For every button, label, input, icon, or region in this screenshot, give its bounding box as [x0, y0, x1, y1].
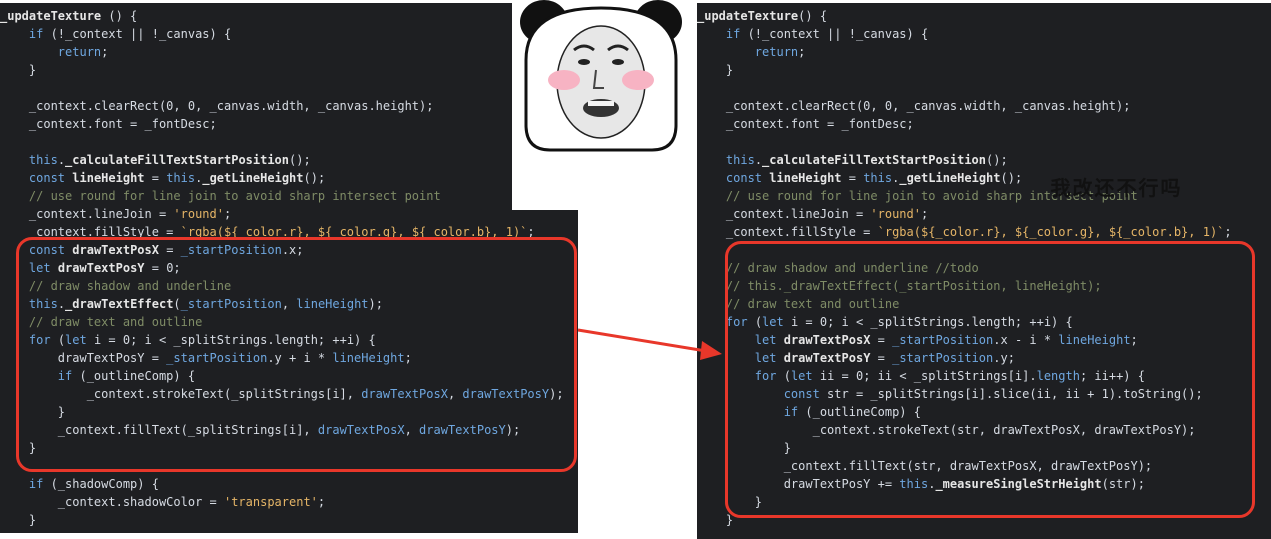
code-token: lineHeight — [72, 171, 145, 185]
code-token: return — [57, 45, 102, 59]
panda-meme: 我改还不行吗 — [512, 0, 1181, 210]
panda-face-icon — [520, 0, 682, 152]
code-line: _context.clearRect(0, 0, _canvas.width, … — [0, 97, 578, 115]
code-line: _context.fillStyle = `rgba(${_color.r}, … — [697, 223, 1271, 241]
code-token: lineHeight — [769, 171, 842, 185]
code-line: _context.lineJoin = 'round'; — [697, 205, 1271, 223]
code-token: } — [697, 513, 734, 527]
code-token: 'round' — [173, 207, 224, 221]
code-token: _calculateFillTextStartPosition — [65, 153, 290, 167]
code-line: _context.font = _fontDesc; — [697, 115, 1271, 133]
meme-caption: 我改还不行吗 — [1050, 176, 1183, 200]
code-token: const — [28, 171, 66, 185]
code-line: return; — [697, 43, 1271, 61]
code-line: _updateTexture() { — [697, 7, 1271, 25]
code-token: _context.clearRect(0, 0, _canvas.width, … — [697, 99, 1131, 113]
code-token: _context.lineJoin = — [697, 207, 871, 221]
code-token: = — [144, 171, 167, 185]
code-line: _updateTexture () { — [0, 7, 578, 25]
code-token: _getLineHeight — [899, 171, 1001, 185]
code-token: return — [754, 45, 799, 59]
code-line: _context.lineJoin = 'round'; — [0, 205, 578, 223]
code-token: _calculateFillTextStartPosition — [762, 153, 987, 167]
code-token: _context.fillStyle = — [697, 225, 878, 239]
code-token: (_shadowComp) { — [43, 477, 159, 491]
left-highlight-box — [16, 237, 577, 472]
code-token: } — [0, 63, 37, 77]
code-token: (); — [986, 153, 1008, 167]
code-line: this._calculateFillTextStartPosition(); — [0, 151, 578, 169]
code-token: 'round' — [870, 207, 921, 221]
code-token: _context.font = _fontDesc; — [697, 117, 914, 131]
code-line: // use round for line join to avoid shar… — [0, 187, 578, 205]
code-token: const — [725, 171, 763, 185]
code-token: ; — [1224, 225, 1232, 239]
code-token: _getLineHeight — [202, 171, 304, 185]
code-token: // use round for line join to avoid shar… — [0, 189, 441, 203]
code-token: (); — [1000, 171, 1023, 185]
code-token: this — [863, 171, 893, 185]
code-line: if (!_context || !_canvas) { — [697, 25, 1271, 43]
code-token: . — [754, 153, 763, 167]
code-token: () { — [101, 9, 138, 23]
code-token: ; — [798, 45, 806, 59]
code-token: ; — [223, 207, 232, 221]
code-line: this._calculateFillTextStartPosition(); — [697, 151, 1271, 169]
code-token: _context.clearRect(0, 0, _canvas.width, … — [0, 99, 434, 113]
code-line: return; — [0, 43, 578, 61]
code-token: this — [28, 153, 58, 167]
code-line: const lineHeight = this._getLineHeight()… — [0, 169, 578, 187]
code-token: _context.shadowColor = — [0, 495, 224, 509]
code-token: if — [28, 477, 44, 491]
code-line: _context.shadowColor = 'transparent'; — [0, 493, 578, 511]
code-token: (!_context || !_canvas) { — [43, 27, 232, 41]
code-token: (!_context || !_canvas) { — [740, 27, 929, 41]
code-token: _updateTexture — [697, 9, 799, 23]
code-token: _updateTexture — [0, 9, 102, 23]
code-line: _context.clearRect(0, 0, _canvas.width, … — [697, 97, 1271, 115]
code-line: } — [697, 61, 1271, 79]
code-token: if — [725, 27, 741, 41]
code-token: this — [166, 171, 196, 185]
code-token: (); — [303, 171, 326, 185]
code-token: (); — [289, 153, 311, 167]
code-line: _context.font = _fontDesc; — [0, 115, 578, 133]
code-line: if (_shadowComp) { — [0, 475, 578, 493]
code-token: ; — [920, 207, 929, 221]
code-token: 'transparent' — [223, 495, 318, 509]
code-token: _context.font = _fontDesc; — [0, 117, 217, 131]
code-token: _context.lineJoin = — [0, 207, 174, 221]
code-token: `rgba(${_color.r}, ${_color.g}, ${_color… — [877, 225, 1225, 239]
code-line: } — [0, 61, 578, 79]
code-token: . — [57, 153, 66, 167]
code-token: ; — [317, 495, 326, 509]
code-token: ; — [101, 45, 109, 59]
right-highlight-box — [725, 241, 1255, 518]
code-token: () { — [798, 9, 828, 23]
code-token: = — [841, 171, 864, 185]
code-token: } — [0, 513, 37, 527]
code-line: } — [0, 511, 578, 529]
code-token: this — [725, 153, 755, 167]
code-token: if — [28, 27, 44, 41]
code-line: if (!_context || !_canvas) { — [0, 25, 578, 43]
code-token: } — [697, 63, 734, 77]
